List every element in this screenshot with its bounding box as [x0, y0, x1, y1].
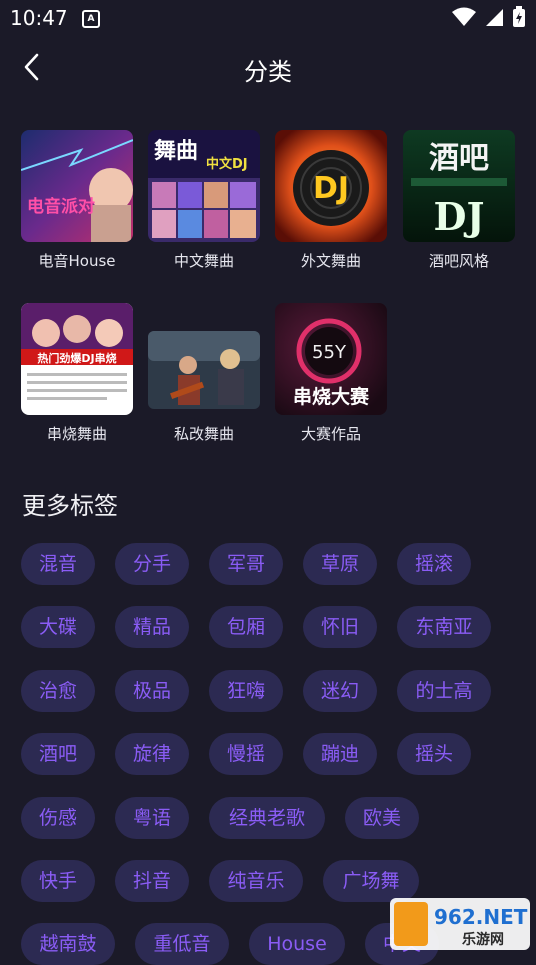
tag-chip[interactable]: 经典老歌	[209, 797, 325, 839]
tag-chip[interactable]: 酒吧	[21, 733, 95, 775]
tag-chip[interactable]: 精品	[115, 606, 189, 648]
thumb-text: 酒吧	[429, 141, 489, 176]
category-item-private-remix[interactable]: 私改舞曲	[148, 303, 260, 444]
category-item-chinese-dance[interactable]: 舞曲 中文DJ 中文舞曲	[148, 130, 260, 271]
category-label: 中文舞曲	[173, 252, 234, 270]
tag-chip[interactable]: 快手	[21, 860, 95, 902]
tag-chip[interactable]: 越南鼓	[21, 923, 115, 965]
site-watermark-logo: 962.NET 乐游网	[390, 898, 530, 950]
thumb-text: 串烧大赛	[293, 385, 370, 408]
tag-chip[interactable]: 分手	[115, 543, 189, 585]
battery-icon	[513, 6, 525, 27]
tag-chip[interactable]: 抖音	[115, 860, 189, 902]
page-title: 分类	[244, 58, 292, 86]
watermark-sub: 乐游网	[462, 931, 504, 948]
tag-chip[interactable]: 狂嗨	[209, 670, 283, 712]
category-label: 酒吧风格	[428, 252, 489, 270]
thumb-text: 电音派对	[27, 196, 95, 217]
tag-chip[interactable]: 军哥	[209, 543, 283, 585]
category-label: 外文舞曲	[300, 252, 361, 270]
category-thumbnail: 电音派对	[21, 130, 133, 242]
tag-chip[interactable]: 大碟	[21, 606, 95, 648]
tag-chip[interactable]: 广场舞	[323, 860, 419, 902]
category-thumbnail: 55Y 串烧大赛	[275, 303, 387, 415]
tag-chip[interactable]: 迷幻	[303, 670, 377, 712]
tag-chip[interactable]: 混音	[21, 543, 95, 585]
tag-chip[interactable]: 的士高	[397, 670, 491, 712]
tag-chip[interactable]: 重低音	[135, 923, 229, 965]
tag-chip[interactable]: 怀旧	[303, 606, 377, 648]
tag-chip[interactable]: 包厢	[209, 606, 283, 648]
tag-chip[interactable]: 极品	[115, 670, 189, 712]
tag-chip[interactable]: 欧美	[345, 797, 419, 839]
category-item-bar-style[interactable]: 酒吧 DJ 酒吧风格	[403, 130, 515, 271]
watermark-brand: 962.NET	[434, 905, 528, 929]
category-thumbnail: 热门劲爆DJ串烧	[21, 303, 133, 415]
tag-chip[interactable]: 摇头	[397, 733, 471, 775]
category-label: 私改舞曲	[173, 425, 234, 443]
tag-chip[interactable]: 粤语	[115, 797, 189, 839]
tag-chip[interactable]: 草原	[303, 543, 377, 585]
category-thumbnail: 酒吧 DJ	[403, 130, 515, 242]
category-thumbnail	[148, 303, 260, 415]
category-item-competition[interactable]: 55Y 串烧大赛 大赛作品	[275, 303, 387, 444]
category-label: 大赛作品	[300, 425, 361, 443]
status-bar: 10:47 A	[0, 0, 536, 36]
thumb-text: DJ	[434, 194, 485, 239]
top-bar: 分类	[0, 40, 536, 96]
tag-chip[interactable]: 伤感	[21, 797, 95, 839]
category-label: 串烧舞曲	[46, 425, 107, 443]
category-item-electronic-house[interactable]: 电音派对 电音House	[21, 130, 133, 271]
tag-chip[interactable]: 慢摇	[209, 733, 283, 775]
tag-chip[interactable]: 治愈	[21, 670, 95, 712]
thumb-text: 热门劲爆DJ串烧	[37, 351, 116, 365]
system-icons	[452, 6, 526, 28]
tag-chip[interactable]: 摇滚	[397, 543, 471, 585]
thumb-text: 舞曲	[154, 138, 198, 164]
signal-icon	[486, 9, 503, 26]
status-time: 10:47	[10, 6, 68, 30]
thumb-text: 中文DJ	[206, 156, 248, 172]
thumb-text: DJ	[313, 171, 349, 206]
tag-chip[interactable]: 东南亚	[397, 606, 491, 648]
thumb-text: 55Y	[312, 342, 347, 363]
tag-chip[interactable]: 蹦迪	[303, 733, 377, 775]
category-thumbnail: DJ	[275, 130, 387, 242]
category-label: 电音House	[38, 252, 116, 270]
category-item-foreign-dance[interactable]: DJ 外文舞曲	[275, 130, 387, 271]
more-tags-title: 更多标签	[22, 492, 118, 520]
wifi-icon	[452, 7, 476, 26]
category-thumbnail: 舞曲 中文DJ	[148, 130, 260, 242]
tag-chip[interactable]: 纯音乐	[209, 860, 303, 902]
tag-chip[interactable]: House	[249, 923, 345, 965]
tag-chip[interactable]: 旋律	[115, 733, 189, 775]
category-item-medley[interactable]: 热门劲爆DJ串烧 串烧舞曲	[21, 303, 133, 444]
notification-badge-icon: A	[82, 10, 100, 28]
